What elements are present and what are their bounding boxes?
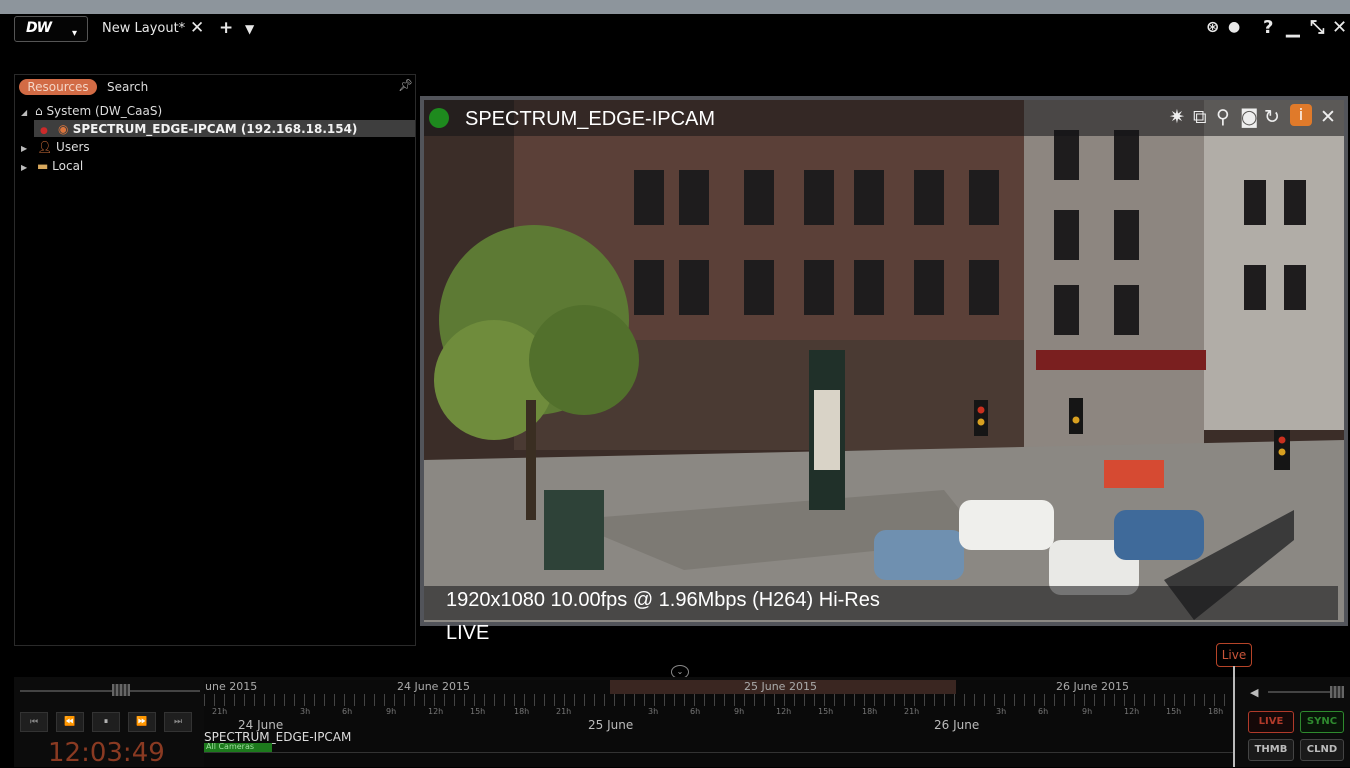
timeline-cursor[interactable] (1233, 666, 1235, 767)
timeline-hour-label: 3h (648, 707, 659, 716)
add-tab-icon[interactable]: + (219, 18, 233, 38)
pause-button[interactable]: ⏸ (92, 712, 120, 732)
close-tab-icon[interactable]: ✕ (190, 18, 204, 38)
timeline-hour-label: 21h (212, 707, 228, 716)
timeline-date: 25 June 2015 (744, 680, 817, 693)
home-icon: ⌂ (34, 104, 43, 118)
timeline-hour-label: 21h (904, 707, 920, 716)
stream-mode: LIVE (446, 622, 490, 644)
speed-slider[interactable] (20, 690, 200, 692)
screenshot-icon[interactable]: ◙ (1240, 106, 1258, 128)
timeline-hour-label: 9h (734, 707, 745, 716)
camera-video-view[interactable] (420, 96, 1348, 626)
camera-icon: ◉ (58, 122, 69, 136)
jump-to-start-button[interactable]: ⏮ (20, 712, 48, 732)
camera-video-frame (424, 100, 1344, 622)
live-marker-button[interactable]: Live (1216, 643, 1252, 667)
tree-item-local[interactable]: ▶ ▬ Local (21, 158, 83, 176)
sync-button[interactable]: SYNC (1300, 711, 1344, 733)
timeline-hour-label: 9h (386, 707, 397, 716)
tree-item-camera[interactable]: ● ◉ SPECTRUM_EDGE-IPCAM (192.168.18.154) (40, 121, 357, 139)
timeline-hour-label: 18h (862, 707, 878, 716)
tree-item-label: Users (56, 140, 90, 154)
info-icon[interactable]: i (1290, 104, 1312, 126)
timeline-date: 26 June 2015 (1056, 680, 1129, 693)
rewind-button[interactable]: ⏪ (56, 712, 84, 732)
timeline-all-cameras-label: All Cameras (206, 742, 255, 751)
close-window-icon[interactable]: ✕ (1332, 17, 1347, 38)
app-logo: DW (26, 20, 52, 36)
jump-to-end-button[interactable]: ⏭ (164, 712, 192, 732)
tab-menu-icon[interactable]: ▼ (245, 22, 254, 36)
timeline-ticks (204, 694, 1234, 706)
zoom-icon[interactable]: ⚲ (1216, 106, 1230, 128)
speed-slider-handle[interactable] (112, 684, 130, 696)
minimize-icon[interactable]: ▁ (1286, 17, 1300, 38)
timeline-hour-label: 21h (556, 707, 572, 716)
timeline-hour-label: 18h (1208, 707, 1224, 716)
notification-icon[interactable]: ● (1228, 19, 1240, 35)
tree-item-users[interactable]: ▶ 👤︎ Users (21, 139, 90, 157)
image-adjust-icon[interactable]: ✷ (1169, 106, 1185, 128)
timeline-hour-label: 15h (470, 707, 486, 716)
live-button[interactable]: LIVE (1248, 711, 1294, 733)
calendar-button[interactable]: CLND (1300, 739, 1344, 761)
timeline-date: une 2015 (205, 680, 258, 693)
tab-search[interactable]: Search (107, 79, 148, 95)
timeline-hour-label: 15h (1166, 707, 1182, 716)
main-menu-caret-icon: ▾ (72, 28, 78, 39)
speaker-icon[interactable]: ◀ (1250, 686, 1258, 699)
folder-icon: ▬ (36, 159, 49, 173)
camera-title: SPECTRUM_EDGE-IPCAM (465, 108, 716, 130)
playback-clock: 12:03:49 (48, 738, 165, 768)
rotate-icon[interactable]: ↻ (1264, 106, 1280, 128)
timeline-hour-label: 12h (776, 707, 792, 716)
tree-item-label: SPECTRUM_EDGE-IPCAM (192.168.18.154) (72, 122, 358, 136)
layout-tab[interactable]: New Layout* (102, 21, 185, 36)
forward-button[interactable]: ⏩ (128, 712, 156, 732)
tree-item-label: System (DW_CaaS) (46, 104, 163, 118)
pin-icon[interactable]: 📌︎ (398, 78, 413, 92)
timeline-hour-label: 3h (996, 707, 1007, 716)
timeline-hour-label: 12h (428, 707, 444, 716)
timeline-hour-label: 6h (342, 707, 353, 716)
recording-dot-icon: ● (40, 126, 48, 136)
timeline-hour-label: 18h (514, 707, 530, 716)
tree-item-label: Local (52, 159, 84, 173)
expand-arrow-icon[interactable]: ▶ (21, 144, 27, 153)
users-icon: 👤︎ (36, 140, 53, 154)
timeline-divider (204, 752, 1234, 753)
help-icon[interactable]: ? (1263, 17, 1273, 38)
timeline-hour-label: 6h (690, 707, 701, 716)
stream-info: 1920x1080 10.00fps @ 1.96Mbps (H264) Hi-… (446, 589, 880, 611)
tab-resources[interactable]: Resources (19, 79, 97, 95)
network-icon[interactable]: ⊛ (1206, 17, 1219, 36)
tree-item-system[interactable]: ◢ ⌂ System (DW_CaaS) (21, 103, 162, 121)
timeline-day-label: 25 June (588, 718, 634, 732)
timeline-hour-label: 12h (1124, 707, 1140, 716)
timeline-day-label: 26 June (934, 718, 980, 732)
thumbnails-button[interactable]: THMB (1248, 739, 1294, 761)
timeline-hour-label: 15h (818, 707, 834, 716)
volume-slider-handle[interactable] (1330, 686, 1344, 698)
close-camera-icon[interactable]: ✕ (1320, 106, 1336, 128)
expand-arrow-icon[interactable]: ◢ (21, 108, 27, 117)
create-zoom-window-icon[interactable]: ⧉ (1193, 106, 1207, 128)
timeline-hour-label: 3h (300, 707, 311, 716)
restore-icon[interactable]: ⤡ (1310, 17, 1324, 38)
timeline-hour-label: 9h (1082, 707, 1093, 716)
timeline-hour-label: 6h (1038, 707, 1049, 716)
camera-status-icon (429, 108, 449, 128)
timeline-date: 24 June 2015 (397, 680, 470, 693)
expand-arrow-icon[interactable]: ▶ (21, 163, 27, 172)
